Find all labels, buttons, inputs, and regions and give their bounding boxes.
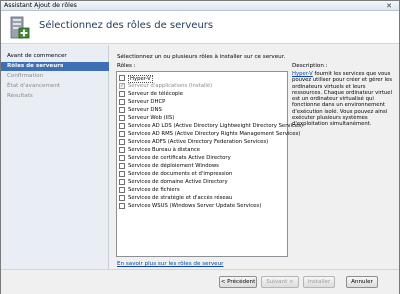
role-row[interactable]: Services ADFS (Active Directory Federati… [119,138,287,146]
previous-button[interactable]: < Précédent [219,276,257,288]
instruction-text: Sélectionnez un ou plusieurs rôles à ins… [117,54,286,60]
role-checkbox[interactable] [119,163,125,169]
next-button[interactable]: Suivant > [261,276,299,288]
role-row[interactable]: Services Bureau à distance [119,146,287,154]
main-content: Sélectionnez un ou plusieurs rôles à ins… [113,45,397,269]
role-row[interactable]: Services AD LDS (Active Directory Lightw… [119,122,303,130]
learn-more-link[interactable]: En savoir plus sur les rôles de serveur [117,261,223,267]
description-body: fournit les services que vous pouvez uti… [292,71,393,128]
wizard-header: Sélectionnez des rôles de serveurs [1,11,399,44]
role-row[interactable]: Services de déploiement Windows [119,162,287,170]
role-label: Services ADFS (Active Directory Federati… [128,139,269,145]
role-checkbox[interactable] [119,91,125,97]
role-label: Services de déploiement Windows [128,163,219,169]
role-row[interactable]: Services WSUS (Windows Server Update Ser… [119,202,287,210]
window-title: Assistant Ajout de rôles [4,2,77,9]
role-checkbox[interactable] [119,139,125,145]
role-label: Services Bureau à distance [128,147,200,153]
role-label: Services de fichiers [128,187,180,193]
cancel-button[interactable]: Annuler [346,276,378,288]
description-label: Description : [292,63,328,69]
role-checkbox[interactable] [119,203,125,209]
role-label: Services AD LDS (Active Directory Lightw… [128,123,303,129]
role-label: Serveur de télécopie [128,91,184,97]
role-label: Serveur DHCP [128,99,166,105]
role-checkbox[interactable] [119,195,125,201]
role-checkbox[interactable] [119,147,125,153]
server-roles-icon [10,16,30,39]
role-row[interactable]: Serveur Web (IIS) [119,114,287,122]
wizard-window: Assistant Ajout de rôles ✕ Sélectionnez … [0,0,400,294]
role-row-serveur-applications: Serveur d'applications (Installé) [119,82,287,90]
role-checkbox[interactable] [119,75,125,81]
role-checkbox[interactable] [119,123,125,129]
close-icon[interactable]: ✕ [382,2,396,10]
role-row[interactable]: Services de fichiers [119,186,287,194]
role-row[interactable]: Services AD RMS (Active Directory Rights… [119,130,300,138]
role-label: Serveur DNS [128,107,162,113]
install-button[interactable]: Installer [303,276,335,288]
role-row-hyper-v[interactable]: Hyper-V [119,74,287,83]
role-checkbox[interactable] [119,179,125,185]
title-bar: Assistant Ajout de rôles ✕ [1,1,399,11]
role-label: Services de certificats Active Directory [128,155,231,161]
role-checkbox[interactable] [119,171,125,177]
role-checkbox[interactable] [119,155,125,161]
role-label: Services WSUS (Windows Server Update Ser… [128,203,262,209]
sidebar-item-avant-de-commencer[interactable]: Avant de commencer [1,52,109,61]
role-row[interactable]: Serveur de télécopie [119,90,287,98]
role-checkbox[interactable] [119,107,125,113]
page-title: Sélectionnez des rôles de serveurs [39,20,214,31]
role-row[interactable]: Serveur DNS [119,106,287,114]
role-label: Services de stratégie et d'accès réseau [128,195,233,201]
role-row[interactable]: Services de certificats Active Directory [119,154,287,162]
sidebar-item-resultats: Résultats [7,93,33,99]
role-row[interactable]: Services de documents et d'impression [119,170,287,178]
role-label: Serveur Web (IIS) [128,115,175,121]
roles-listbox[interactable]: Hyper-V Serveur d'applications (Installé… [116,71,303,257]
sidebar-item-confirmation: Confirmation [7,73,44,79]
role-label: Serveur d'applications (Installé) [128,83,213,89]
role-row[interactable]: Serveur DHCP [119,98,287,106]
role-label: Services de domaine Active Directory [128,179,228,185]
wizard-footer: < Précédent Suivant > Installer Annuler [1,269,399,294]
role-row[interactable]: Services de domaine Active Directory [119,178,287,186]
role-row[interactable]: Services de stratégie et d'accès réseau [119,194,287,202]
role-checkbox[interactable] [119,131,125,137]
role-checkbox[interactable] [119,115,125,121]
sidebar-item-etat-avancement: État d'avancement [7,83,61,89]
role-label: Services AD RMS (Active Directory Rights… [128,131,301,137]
role-label: Services de documents et d'impression [128,171,233,177]
role-description: Hyper-V fournit les services que vous po… [292,71,396,128]
role-checkbox[interactable] [119,99,125,105]
roles-label: Rôles : [117,63,136,69]
sidebar-item-roles-de-serveurs[interactable]: Rôles de serveurs [1,62,109,71]
role-checkbox [119,82,125,89]
wizard-steps-sidebar: Avant de commencer Rôles de serveurs Con… [1,45,109,269]
role-checkbox[interactable] [119,187,125,193]
